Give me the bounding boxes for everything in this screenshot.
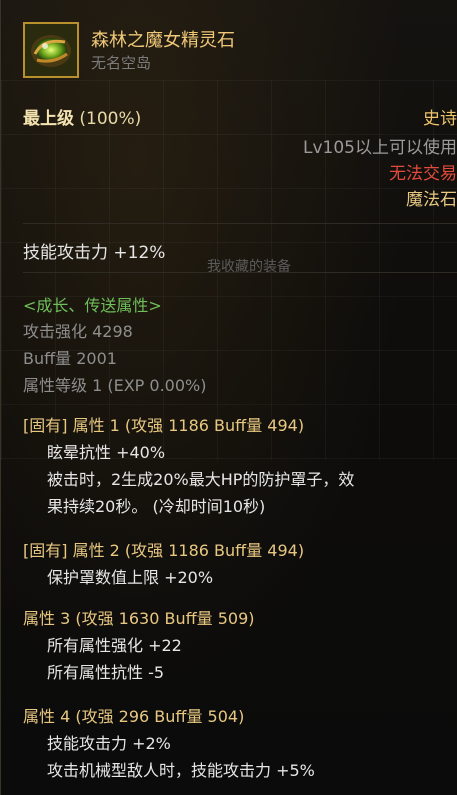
- level-requirement: Lv105以上可以使用: [303, 138, 457, 158]
- option-line: 技能攻击力 +2%: [47, 734, 171, 753]
- option-line: 果持续20秒。 (冷却时间10秒): [47, 497, 266, 516]
- option-title: [固有] 属性 2 (攻强 1186 Buff量 494): [23, 541, 305, 560]
- option-title: 属性 3 (攻强 1630 Buff量 509): [23, 609, 255, 628]
- option-line: 所有属性抗性 -5: [47, 663, 165, 682]
- item-rarity: 史诗: [423, 109, 457, 129]
- item-source: 无名空岛: [91, 54, 152, 72]
- option-line: 保护罩数值上限 +20%: [47, 568, 214, 587]
- growth-line: 属性等级 1 (EXP 0.00%): [23, 376, 207, 395]
- grade-label: 最上级: [23, 109, 74, 129]
- divider: [23, 272, 457, 273]
- item-tooltip: 森林之魔女精灵石 无名空岛 最上级 (100%) 史诗 Lv105以上可以使用 …: [0, 0, 457, 795]
- option-line: 攻击机械型敌人时，技能攻击力 +5%: [47, 761, 315, 780]
- option-title: [固有] 属性 1 (攻强 1186 Buff量 494): [23, 416, 305, 435]
- grade-value: (100%): [79, 109, 142, 129]
- item-name: 森林之魔女精灵石: [91, 30, 235, 51]
- growth-header: <成长、传送属性>: [23, 296, 162, 315]
- overlay-text: 我收藏的装备: [207, 259, 291, 275]
- trade-status: 无法交易: [389, 164, 457, 184]
- option-line: 所有属性强化 +22: [47, 636, 182, 655]
- option-line: 被击时，2生成20%最大HP的防护罩子，效: [47, 470, 355, 489]
- green-crystal-gem-icon: [23, 22, 79, 78]
- divider: [23, 223, 457, 224]
- option-line: 眩晕抗性 +40%: [47, 443, 166, 462]
- skill-attack-stat: 技能攻击力 +12%: [23, 243, 166, 263]
- growth-line: 攻击强化 4298: [23, 322, 133, 341]
- item-header: 森林之魔女精灵石 无名空岛: [23, 22, 453, 78]
- item-grade: 最上级 (100%): [23, 104, 141, 129]
- growth-line: Buff量 2001: [23, 349, 117, 368]
- option-title: 属性 4 (攻强 296 Buff量 504): [23, 707, 245, 726]
- item-type: 魔法石: [406, 190, 457, 210]
